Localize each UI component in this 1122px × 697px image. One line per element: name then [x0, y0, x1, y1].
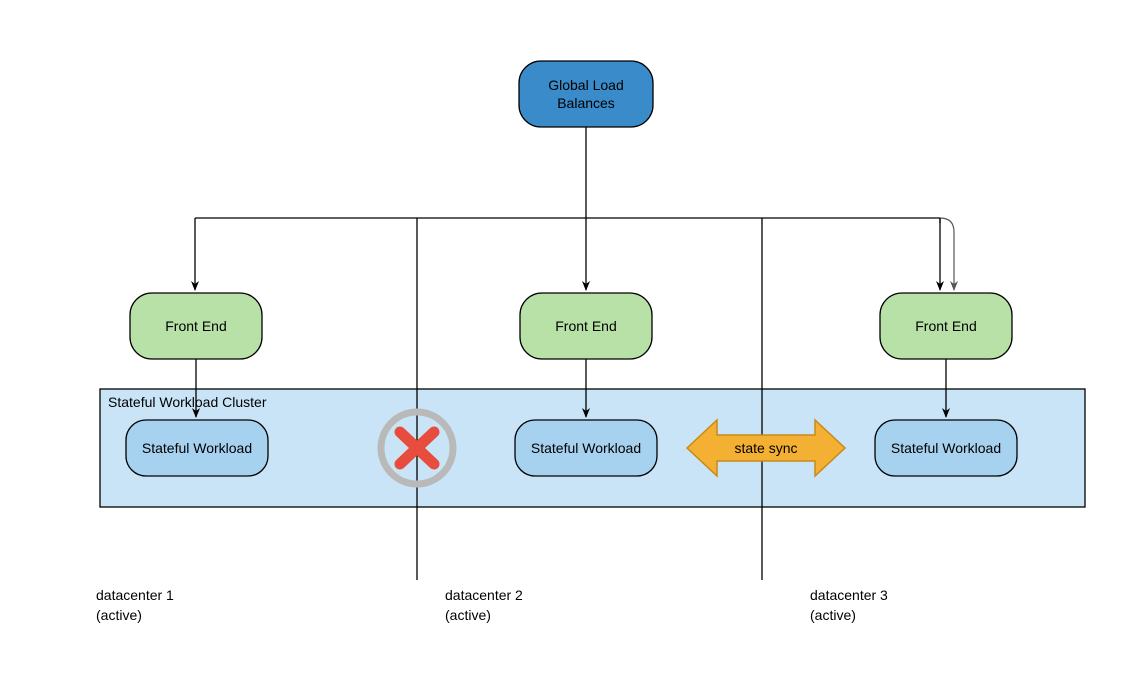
- cluster-label: Stateful Workload Cluster: [108, 394, 267, 410]
- front-end-3-node: Front End: [880, 293, 1012, 359]
- svg-text:(active): (active): [96, 607, 142, 623]
- diagram-canvas: Stateful Workload Cluster Global Load Ba…: [0, 0, 1122, 697]
- stateful-2-label: Stateful Workload: [531, 440, 641, 456]
- front-end-3-label: Front End: [915, 318, 976, 334]
- svg-text:datacenter 2: datacenter 2: [445, 587, 523, 603]
- stateful-workload-2-node: Stateful Workload: [515, 420, 657, 476]
- right-branch-grey: [940, 218, 954, 290]
- svg-text:(active): (active): [445, 607, 491, 623]
- datacenter-1-label: datacenter 1 (active): [96, 587, 174, 623]
- datacenter-2-label: datacenter 2 (active): [445, 587, 523, 623]
- datacenter-3-label: datacenter 3 (active): [810, 587, 888, 623]
- stateful-3-label: Stateful Workload: [891, 440, 1001, 456]
- front-end-1-node: Front End: [130, 293, 262, 359]
- stateful-1-label: Stateful Workload: [142, 440, 252, 456]
- stateful-workload-3-node: Stateful Workload: [875, 420, 1017, 476]
- state-sync-label: state sync: [734, 440, 797, 456]
- global-lb-label-line2: Balances: [557, 95, 615, 111]
- svg-text:datacenter 3: datacenter 3: [810, 587, 888, 603]
- global-lb-label-line1: Global Load: [548, 77, 624, 93]
- svg-text:(active): (active): [810, 607, 856, 623]
- front-end-2-node: Front End: [520, 293, 652, 359]
- svg-text:datacenter 1: datacenter 1: [96, 587, 174, 603]
- global-load-balances-node: Global Load Balances: [519, 61, 653, 127]
- front-end-1-label: Front End: [165, 318, 226, 334]
- front-end-2-label: Front End: [555, 318, 616, 334]
- stateful-workload-1-node: Stateful Workload: [126, 420, 268, 476]
- global-lb-connectors: [195, 127, 954, 290]
